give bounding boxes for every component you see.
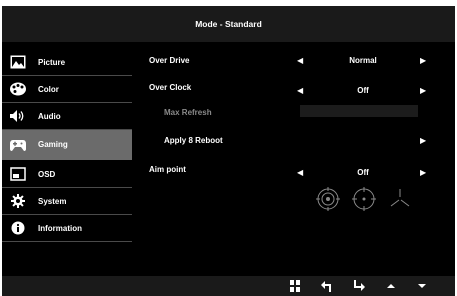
sidebar-item-label: Audio [38,112,61,121]
sidebar-item-information[interactable]: Information [2,215,132,242]
sidebar-item-label: Information [38,224,82,233]
max-refresh-label: Max Refresh [164,108,212,117]
sidebar-item-label: Picture [38,58,66,67]
osd-window-icon [10,167,26,181]
sidebar-item-audio[interactable]: Audio [2,103,132,130]
aim-point-label: Aim point [149,165,186,174]
sidebar-item-color[interactable]: Color [2,76,132,103]
over-drive-right-arrow[interactable]: ▶ [420,56,426,65]
sidebar-item-gaming[interactable]: Gaming [2,130,132,160]
sidebar-item-label: Color [38,85,59,94]
over-drive-left-arrow[interactable]: ◀ [297,56,303,65]
enter-icon[interactable] [352,280,366,292]
over-clock-right-arrow[interactable]: ▶ [420,86,426,95]
menu-grid-icon[interactable] [288,280,302,292]
sidebar-item-picture[interactable]: Picture [2,49,132,76]
sidebar-item-system[interactable]: System [2,188,132,215]
over-clock-label: Over Clock [149,83,192,92]
gear-icon [11,194,25,208]
sidebar-item-label: OSD [38,170,56,179]
over-clock-left-arrow[interactable]: ◀ [297,86,303,95]
aim-point-right-arrow[interactable]: ▶ [420,168,426,177]
crosshair-circle-icon[interactable] [316,187,340,211]
over-drive-value[interactable]: Normal [318,56,408,65]
info-icon [11,221,25,235]
aim-point-value[interactable]: Off [318,168,408,177]
palette-icon [10,82,26,96]
sidebar-item-label: System [38,197,67,206]
sidebar: Picture Color Audio Gaming OSD System In… [2,49,132,244]
over-clock-value[interactable]: Off [318,86,408,95]
over-drive-label: Over Drive [149,56,190,65]
back-icon[interactable] [320,280,334,292]
aim-point-left-arrow[interactable]: ◀ [297,168,303,177]
mode-title: Mode - Standard [195,19,262,29]
sidebar-item-osd[interactable]: OSD [2,161,132,188]
apply-reboot-label[interactable]: Apply 8 Reboot [164,136,223,145]
crosshair-tripod-icon[interactable] [388,187,412,211]
down-icon[interactable] [415,280,429,292]
osd-menu: Mode - Standard Picture Color Audio Gami… [2,6,455,296]
up-icon[interactable] [384,280,398,292]
speaker-icon [10,110,24,122]
sidebar-item-label: Gaming [38,140,68,149]
picture-icon [10,55,26,69]
max-refresh-field [300,105,418,117]
gamepad-icon [10,140,26,151]
crosshair-dot-icon[interactable] [352,187,376,211]
title-bar: Mode - Standard [2,6,455,42]
apply-reboot-right-arrow[interactable]: ▶ [420,136,426,145]
